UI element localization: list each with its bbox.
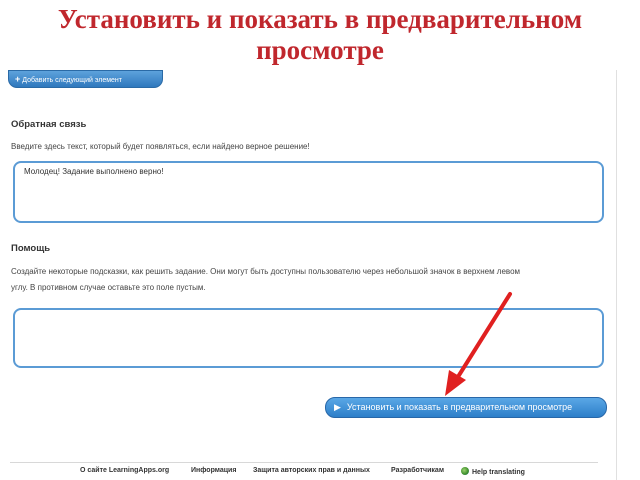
- set-and-preview-button[interactable]: ▶ Установить и показать в предварительном…: [325, 397, 607, 418]
- feedback-heading: Обратная связь: [11, 119, 87, 130]
- feedback-description: Введите здесь текст, который будет появл…: [11, 142, 310, 151]
- page-title: Установить и показать в предварительном …: [57, 4, 583, 65]
- plus-icon: +: [15, 74, 21, 84]
- app-screen: + Добавить следующий элемент Обратная свя…: [0, 70, 640, 480]
- feedback-text: Молодец! Задание выполнено верно!: [24, 167, 164, 176]
- help-description-line1: Создайте некоторые подсказки, как решить…: [11, 267, 521, 276]
- add-next-element-button[interactable]: + Добавить следующий элемент: [8, 70, 163, 88]
- footer-link-about[interactable]: О сайте LearningApps.org: [80, 467, 169, 474]
- footer-link-info[interactable]: Информация: [191, 467, 236, 474]
- feedback-textarea[interactable]: Молодец! Задание выполнено верно!: [13, 161, 604, 223]
- footer-link-copyright[interactable]: Защита авторских прав и данных: [253, 467, 370, 474]
- footer-translate-label: Help translating: [472, 469, 525, 476]
- help-heading: Помощь: [11, 243, 51, 254]
- footer-divider: [10, 462, 598, 463]
- footer-link-developers[interactable]: Разработчикам: [391, 467, 444, 474]
- preview-button-label: Установить и показать в предварительном …: [346, 402, 573, 412]
- play-icon: ▶: [334, 402, 341, 412]
- add-button-label: Добавить следующий элемент: [22, 77, 123, 84]
- help-textarea[interactable]: [13, 308, 604, 368]
- globe-icon: [461, 467, 469, 475]
- help-description-line2: углу. В противном случае оставьте это по…: [11, 283, 206, 292]
- footer-link-translate[interactable]: Help translating: [461, 467, 525, 476]
